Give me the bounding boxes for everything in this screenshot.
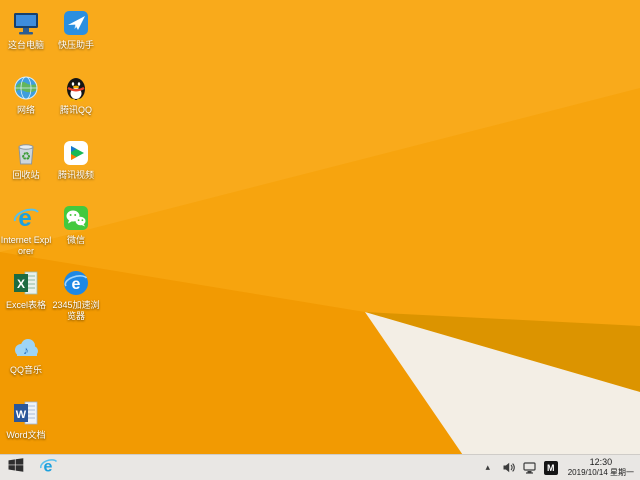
clock-date: 2019/10/14 星期一	[567, 468, 634, 478]
desktop-icon-this-pc[interactable]: 这台电脑	[0, 8, 52, 73]
desktop-icons-column-2: 快压助手 腾讯QQ 腾讯视频 微信 e 2345加速浏览器	[50, 8, 102, 333]
taskbar-clock[interactable]: 12:30 2019/10/14 星期一	[568, 457, 634, 478]
internet-explorer-icon: e	[39, 456, 58, 480]
qq-music-icon: ♪	[11, 333, 41, 363]
desktop-icon-label: 回收站	[12, 170, 40, 180]
desktop-icon-internet-explorer[interactable]: e Internet Explorer	[0, 203, 52, 268]
excel-icon: X	[11, 268, 41, 298]
kuaiya-icon	[61, 8, 91, 38]
browser-2345-icon: e	[61, 268, 91, 298]
desktop-icon-label: 腾讯视频	[57, 170, 94, 180]
wechat-icon	[61, 203, 91, 233]
tencent-video-icon	[61, 138, 91, 168]
taskbar: e ▴ M 12:30 2019/10/14 星期一	[0, 454, 640, 480]
svg-text:W: W	[16, 409, 27, 421]
windows-logo-icon	[8, 458, 24, 477]
desktop-icons-column-1: 这台电脑 网络 ♻ 回收站 e Internet Explorer X Exce…	[0, 8, 52, 463]
system-tray: ▴ M 12:30 2019/10/14 星期一	[481, 457, 640, 478]
volume-icon[interactable]	[502, 460, 516, 476]
desktop-icon-excel[interactable]: X Excel表格	[0, 268, 52, 333]
show-hidden-icons-button[interactable]: ▴	[481, 460, 495, 476]
start-button[interactable]	[0, 455, 32, 480]
desktop-icon-label: QQ音乐	[9, 365, 42, 375]
desktop-icon-label: Internet Explorer	[0, 235, 52, 256]
svg-text:♻: ♻	[21, 151, 31, 163]
svg-text:♪: ♪	[23, 345, 29, 357]
desktop-icon-label: 快压助手	[57, 40, 94, 50]
network-icon[interactable]	[523, 460, 537, 476]
input-method-indicator[interactable]: M	[543, 460, 558, 475]
desktop: 这台电脑 网络 ♻ 回收站 e Internet Explorer X Exce…	[0, 0, 640, 480]
clock-time: 12:30	[589, 456, 613, 467]
recycle-bin-icon: ♻	[11, 138, 41, 168]
desktop-icon-label: 2345加速浏览器	[52, 300, 100, 321]
desktop-icon-tencent-video[interactable]: 腾讯视频	[50, 138, 102, 203]
internet-explorer-icon: e	[11, 203, 41, 233]
desktop-icon-tencent-qq[interactable]: 腾讯QQ	[50, 73, 102, 138]
taskbar-internet-explorer-button[interactable]: e	[32, 455, 64, 480]
word-icon: W	[11, 398, 41, 428]
desktop-icon-label: Excel表格	[5, 300, 46, 310]
desktop-icon-recycle-bin[interactable]: ♻ 回收站	[0, 138, 52, 203]
desktop-icon-kuaiya[interactable]: 快压助手	[50, 8, 102, 73]
desktop-icon-qq-music[interactable]: ♪ QQ音乐	[0, 333, 52, 398]
desktop-icon-label: 这台电脑	[7, 40, 44, 50]
desktop-icon-label: Word文档	[6, 430, 46, 440]
desktop-icon-label: 腾讯QQ	[59, 105, 92, 115]
desktop-icon-label: 网络	[16, 105, 35, 115]
desktop-icon-wechat[interactable]: 微信	[50, 203, 102, 268]
desktop-icon-network[interactable]: 网络	[0, 73, 52, 138]
network-icon	[11, 73, 41, 103]
this-pc-icon	[11, 8, 41, 38]
svg-text:X: X	[17, 277, 25, 291]
desktop-icon-label: 微信	[66, 235, 85, 245]
svg-text:e: e	[72, 276, 81, 293]
desktop-icon-2345-browser[interactable]: e 2345加速浏览器	[50, 268, 102, 333]
qq-icon	[61, 73, 91, 103]
